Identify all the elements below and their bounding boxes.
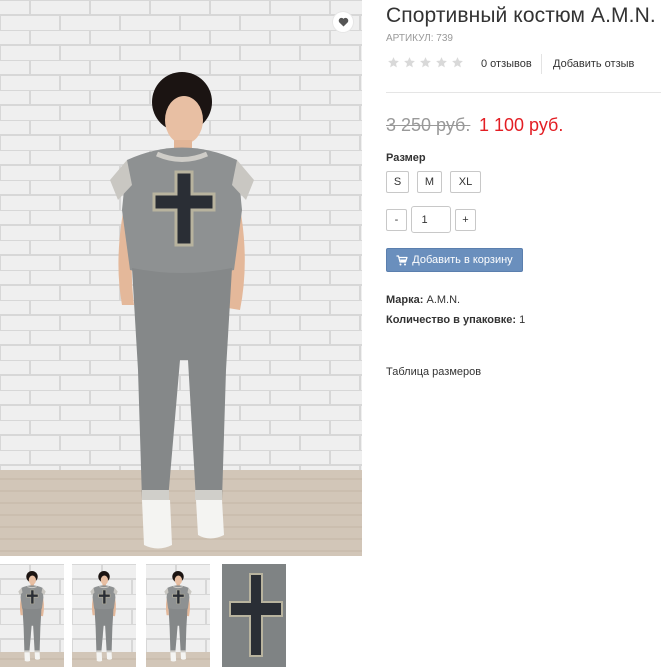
wishlist-button[interactable]: [333, 12, 353, 32]
pack-quantity-label: Количество в упаковке:: [386, 314, 516, 326]
star-icon[interactable]: [403, 56, 416, 69]
brand-attribute: Марка: A.M.N.: [386, 294, 460, 306]
divider: [541, 54, 542, 74]
quantity-decrease-button[interactable]: -: [386, 209, 407, 231]
size-label: Размер: [386, 152, 426, 164]
size-option-xl[interactable]: XL: [450, 171, 481, 193]
product-title: Спортивный костюм A.M.N.: [386, 4, 656, 27]
size-option-s[interactable]: S: [386, 171, 409, 193]
rating-stars[interactable]: [387, 56, 464, 69]
star-icon[interactable]: [387, 56, 400, 69]
star-icon[interactable]: [435, 56, 448, 69]
product-thumbnail-1[interactable]: [0, 564, 64, 667]
quantity-input[interactable]: [411, 206, 451, 233]
brand-value: A.M.N.: [426, 294, 461, 306]
divider: [386, 92, 661, 93]
size-option-m[interactable]: M: [417, 171, 442, 193]
product-thumbnail-4[interactable]: [222, 564, 286, 667]
star-icon[interactable]: [451, 56, 464, 69]
product-thumbnail-2[interactable]: [72, 564, 136, 667]
write-review-link[interactable]: Добавить отзыв: [553, 58, 634, 70]
heart-icon: [338, 17, 348, 27]
product-sku: АРТИКУЛ: 739: [386, 33, 453, 44]
pack-quantity-attribute: Количество в упаковке: 1: [386, 314, 525, 326]
product-main-image[interactable]: [0, 0, 362, 556]
star-icon[interactable]: [419, 56, 432, 69]
cart-icon: [396, 254, 408, 265]
product-thumbnail-3[interactable]: [146, 564, 210, 667]
pack-quantity-value: 1: [519, 314, 526, 326]
reviews-count[interactable]: 0 отзывов: [481, 58, 532, 70]
quantity-increase-button[interactable]: +: [455, 209, 476, 231]
brand-label: Марка:: [386, 294, 424, 306]
size-table-link[interactable]: Таблица размеров: [386, 366, 481, 378]
add-to-cart-label: Добавить в корзину: [412, 254, 513, 266]
old-price: 3 250 руб.: [386, 115, 471, 135]
new-price: 1 100 руб.: [479, 115, 564, 135]
add-to-cart-button[interactable]: Добавить в корзину: [386, 248, 523, 272]
